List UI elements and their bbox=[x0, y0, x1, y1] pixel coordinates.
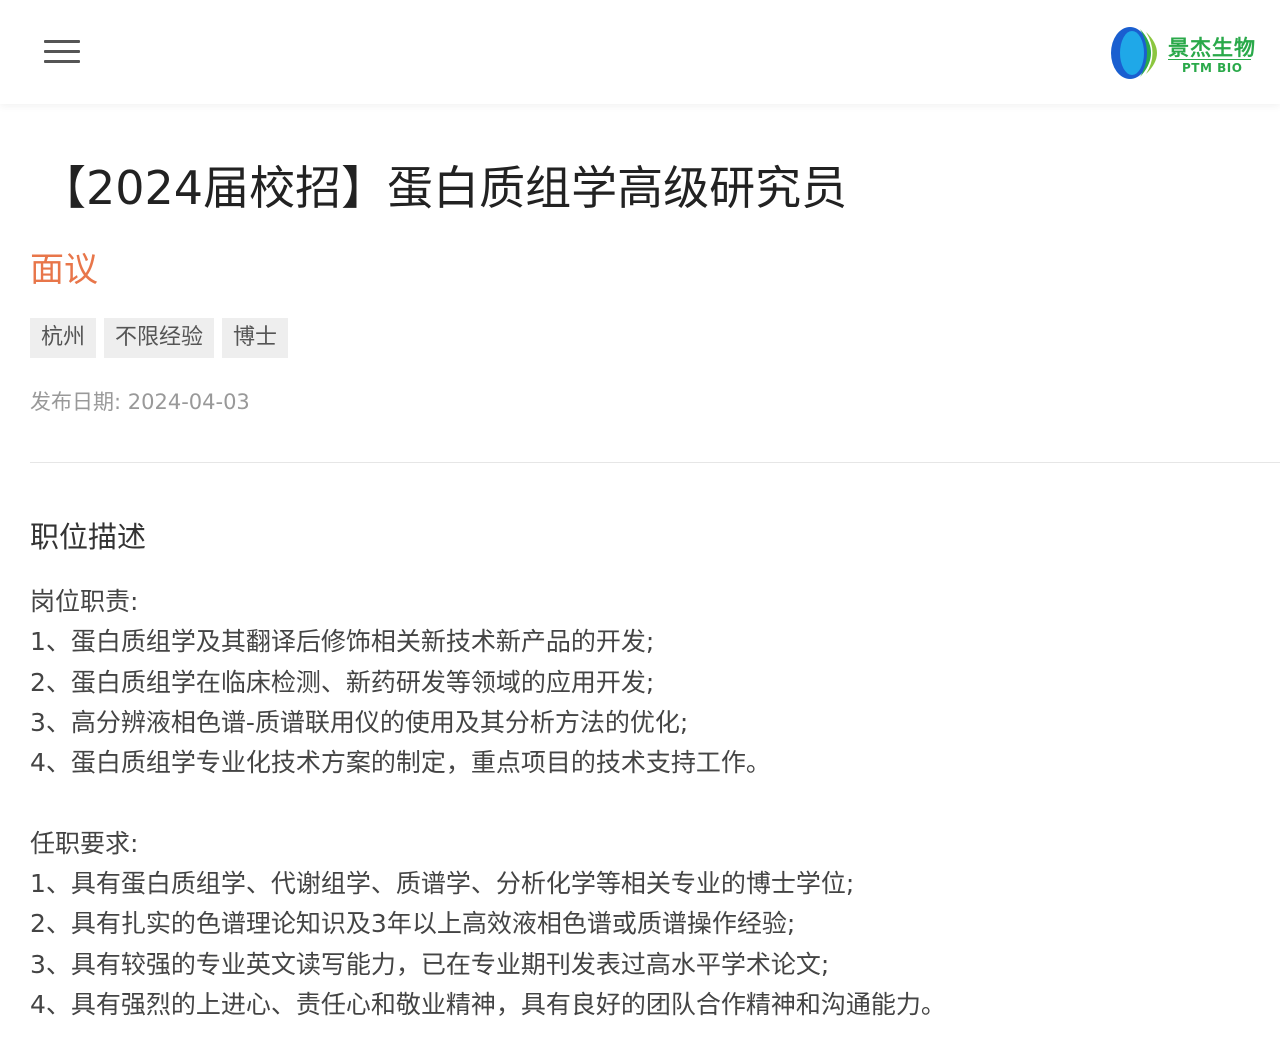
divider bbox=[30, 462, 1280, 463]
top-navigation-bar: 景杰生物 PTM BIO bbox=[0, 0, 1280, 104]
requirement-item: 3、具有较强的专业英文读写能力，已在专业期刊发表过高水平学术论文; bbox=[30, 949, 830, 979]
duty-item: 4、蛋白质组学专业化技术方案的制定，重点项目的技术支持工作。 bbox=[30, 748, 771, 778]
logo-mark-icon bbox=[1111, 27, 1157, 79]
logo-english-name: PTM BIO bbox=[1182, 61, 1243, 75]
logo-divider bbox=[1168, 59, 1251, 60]
tag-location: 杭州 bbox=[30, 318, 97, 358]
company-logo[interactable]: 景杰生物 PTM BIO bbox=[1110, 24, 1260, 82]
duties-heading: 岗位职责: bbox=[30, 587, 139, 616]
publish-date: 发布日期: 2024-04-03 bbox=[30, 390, 250, 414]
tag-experience: 不限经验 bbox=[104, 318, 215, 358]
job-description-body: 岗位职责: 1、蛋白质组学及其翻译后修饰相关新技术新产品的开发; 2、蛋白质组学… bbox=[30, 582, 1270, 1025]
duty-item: 2、蛋白质组学在临床检测、新药研发等领域的应用开发; bbox=[30, 667, 655, 697]
tag-education: 博士 bbox=[222, 318, 289, 358]
duty-item: 3、高分辨液相色谱-质谱联用仪的使用及其分析方法的优化; bbox=[30, 707, 689, 737]
job-title: 【2024届校招】蛋白质组学高级研究员 bbox=[40, 161, 848, 215]
requirement-item: 1、具有蛋白质组学、代谢组学、质谱学、分析化学等相关专业的博士学位; bbox=[30, 869, 855, 899]
requirement-item: 4、具有强烈的上进心、责任心和敬业精神，具有良好的团队合作精神和沟通能力。 bbox=[30, 989, 946, 1019]
requirements-heading: 任职要求: bbox=[30, 828, 139, 858]
duty-item: 1、蛋白质组学及其翻译后修饰相关新技术新产品的开发; bbox=[30, 627, 655, 657]
logo-chinese-name: 景杰生物 bbox=[1168, 36, 1256, 60]
job-tags: 杭州 不限经验 博士 bbox=[30, 318, 296, 358]
salary: 面议 bbox=[30, 250, 98, 290]
requirement-item: 2、具有扎实的色谱理论知识及3年以上高效液相色谱或质谱操作经验; bbox=[30, 909, 796, 939]
section-title-description: 职位描述 bbox=[30, 520, 147, 554]
hamburger-menu-icon[interactable] bbox=[44, 38, 82, 66]
